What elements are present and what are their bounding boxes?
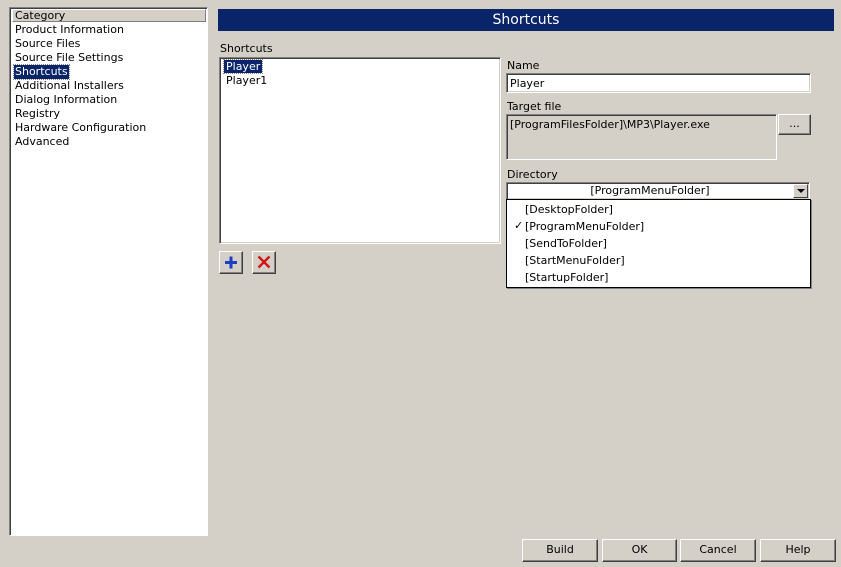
help-button[interactable]: Help xyxy=(760,539,836,562)
category-header[interactable]: Category xyxy=(12,9,206,22)
category-item-source-files[interactable]: Source Files xyxy=(14,37,81,51)
menu-item-start-menu-folder[interactable]: [StartMenuFolder] xyxy=(525,252,625,269)
category-item-product-information[interactable]: Product Information xyxy=(14,23,125,37)
help-button-label: Help xyxy=(785,543,811,556)
plus-icon xyxy=(225,256,237,269)
name-field[interactable]: Player xyxy=(506,73,811,93)
chevron-down-icon[interactable] xyxy=(793,184,808,198)
category-item-advanced[interactable]: Advanced xyxy=(14,135,70,149)
remove-shortcut-button[interactable] xyxy=(252,251,276,274)
browse-button[interactable]: ... xyxy=(778,114,811,135)
category-item-source-file-settings[interactable]: Source File Settings xyxy=(14,51,124,65)
check-icon: ✓ xyxy=(514,219,524,232)
target-file-field[interactable]: [ProgramFilesFolder]\MP3\Player.exe xyxy=(506,114,777,160)
delete-x-icon xyxy=(257,255,271,269)
page-title: Shortcuts xyxy=(218,9,834,31)
build-button-label: Build xyxy=(546,543,574,556)
name-label: Name xyxy=(507,59,540,72)
category-item-additional-installers[interactable]: Additional Installers xyxy=(14,79,125,93)
list-item-player[interactable]: Player xyxy=(222,59,264,74)
menu-item-desktop-folder[interactable]: [DesktopFolder] xyxy=(525,201,613,218)
directory-select[interactable]: [ProgramMenuFolder] xyxy=(506,182,810,200)
category-item-registry[interactable]: Registry xyxy=(14,107,61,121)
category-panel: Category Product Information Source File… xyxy=(9,7,208,536)
directory-selected-value: [ProgramMenuFolder] xyxy=(590,184,710,197)
browse-button-label: ... xyxy=(789,117,800,130)
category-item-dialog-information[interactable]: Dialog Information xyxy=(14,93,118,107)
build-button[interactable]: Build xyxy=(522,539,598,562)
target-file-label: Target file xyxy=(507,100,562,113)
shortcuts-label: Shortcuts xyxy=(220,42,273,55)
menu-item-program-menu-folder[interactable]: [ProgramMenuFolder] xyxy=(525,218,644,235)
category-item-hardware-configuration[interactable]: Hardware Configuration xyxy=(14,121,147,135)
cancel-button-label: Cancel xyxy=(699,543,737,556)
directory-dropdown-menu: [DesktopFolder] [ProgramMenuFolder] [Sen… xyxy=(506,199,811,288)
cancel-button[interactable]: Cancel xyxy=(680,539,756,562)
shortcuts-list[interactable]: Player Player1 xyxy=(219,57,501,244)
ok-button-label: OK xyxy=(631,543,648,556)
list-item-player1[interactable]: Player1 xyxy=(224,74,269,87)
ok-button[interactable]: OK xyxy=(602,539,677,562)
directory-label: Directory xyxy=(507,168,558,181)
add-shortcut-button[interactable] xyxy=(219,251,243,274)
category-item-shortcuts[interactable]: Shortcuts xyxy=(13,64,70,80)
menu-item-send-to-folder[interactable]: [SendToFolder] xyxy=(525,235,607,252)
menu-item-startup-folder[interactable]: [StartupFolder] xyxy=(525,269,608,286)
